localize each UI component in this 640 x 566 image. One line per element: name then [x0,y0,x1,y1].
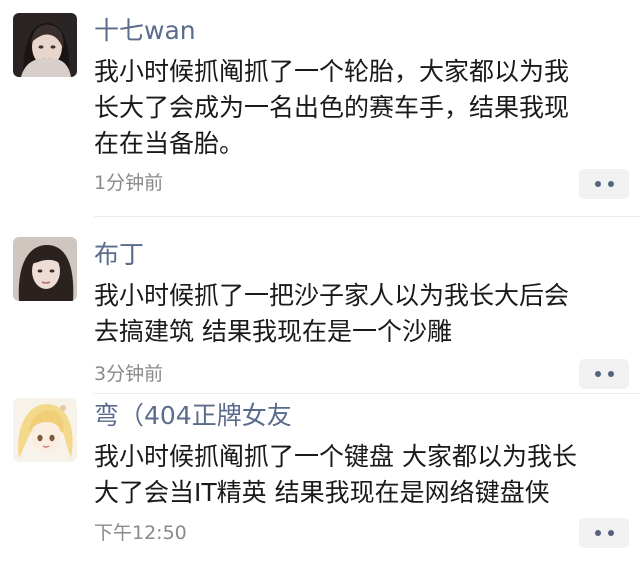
comment-text-line: 我小时候抓了一把沙子家人以为我长大后会 [94,281,570,310]
comment-text-line: 大了会当IT精英 结果我现在是网络键盘侠 [94,478,550,507]
username[interactable]: 布丁 [94,242,144,267]
avatar[interactable] [13,237,77,301]
divider [94,216,640,217]
more-button[interactable] [579,518,629,548]
comment-text-line: 我小时候抓阄抓了一个键盘 大家都以为我长 [94,442,577,471]
more-dots-icon [594,530,601,536]
timestamp: 下午12:50 [94,522,187,544]
comment-text: 我小时候抓阄抓了一个键盘 大家都以为我长 大了会当IT精英 结果我现在是网络键盘… [94,439,577,511]
more-button[interactable] [579,359,629,389]
girl-portrait-icon [13,237,77,301]
comment-feed: 十七wan 我小时候抓阄抓了一个轮胎，大家都以为我 长大了会成为一名出色的赛车手… [0,0,640,566]
divider [94,393,640,394]
timestamp: 3分钟前 [94,363,164,385]
anime-girl-icon [13,398,77,462]
comment-text-line: 去搞建筑 结果我现在是一个沙雕 [94,317,452,346]
comment-item: 弯（404正牌女友 我小时候抓阄抓了一个键盘 大家都以为我长 大了会当IT精英 … [0,0,640,548]
username[interactable]: 弯（404正牌女友 [94,403,292,428]
comment-text: 我小时候抓了一把沙子家人以为我长大后会 去搞建筑 结果我现在是一个沙雕 [94,278,569,350]
more-dots-icon [607,530,614,536]
avatar[interactable] [13,398,77,462]
more-dots-icon [594,371,601,377]
more-dots-icon [607,371,614,377]
